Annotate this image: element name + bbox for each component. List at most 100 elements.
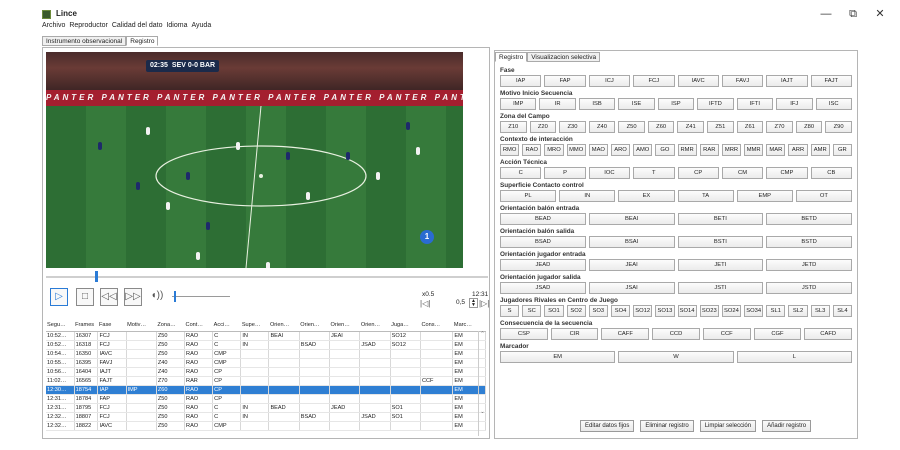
category-button-z90[interactable]: Z90: [825, 121, 852, 133]
category-button-jead[interactable]: JEAD: [500, 259, 586, 271]
category-button-iap[interactable]: IAP: [500, 75, 542, 87]
category-button-so12[interactable]: SO12: [633, 305, 653, 317]
tab-visualizacion-selectiva[interactable]: Visualizacion selectiva: [527, 52, 601, 62]
category-button-z80[interactable]: Z80: [795, 121, 823, 133]
column-header[interactable]: Acci…: [212, 319, 241, 332]
table-row[interactable]: 10:56… 16404 IAJT Z40 RAO CP EM: [46, 367, 486, 377]
progress-handle[interactable]: [95, 271, 98, 282]
category-button-so3[interactable]: SO3: [588, 305, 608, 317]
category-button-fap[interactable]: FAP: [544, 75, 586, 87]
table-row[interactable]: 12:31… 18795 FCJ Z50 RAO C IN BEAD JEAD SO1 EM: [46, 403, 486, 413]
category-button-so24[interactable]: SO24: [721, 305, 742, 317]
category-button-em[interactable]: EM: [500, 351, 616, 363]
column-header[interactable]: Supe…: [240, 319, 269, 332]
category-button-cb[interactable]: CB: [810, 167, 852, 179]
column-header[interactable]: Fase: [97, 319, 127, 332]
category-button-fcj[interactable]: FCJ: [633, 75, 675, 87]
category-button-so34[interactable]: SO34: [744, 305, 764, 317]
volume-button[interactable]: ◖)): [148, 288, 166, 306]
category-button-z50[interactable]: Z50: [618, 121, 645, 133]
category-button-t[interactable]: T: [633, 167, 675, 179]
step-forward-icon[interactable]: |▷|: [479, 299, 489, 308]
category-button-cgf[interactable]: CGF: [753, 328, 802, 340]
tab-registro[interactable]: Registro: [126, 36, 159, 46]
category-button-ccf[interactable]: CCF: [702, 328, 751, 340]
category-button-sl2[interactable]: SL2: [788, 305, 808, 317]
category-button-z41[interactable]: Z41: [677, 121, 705, 133]
column-header[interactable]: Segu…: [46, 319, 75, 332]
category-button-s[interactable]: S: [500, 305, 520, 317]
category-button-z40[interactable]: Z40: [588, 121, 616, 133]
category-button-bsai[interactable]: BSAI: [588, 236, 675, 248]
category-button-ccd[interactable]: CCD: [652, 328, 700, 340]
table-row[interactable]: 10:55… 16395 FAVJ Z40 RAO CMP EM: [46, 358, 486, 368]
tab-instrumento-observacional[interactable]: Instrumento observacional: [42, 36, 127, 46]
category-button-iavc[interactable]: IAVC: [677, 75, 719, 87]
category-button-jeti[interactable]: JETI: [677, 259, 764, 271]
table-row[interactable]: 12:30… 18754 IAP IMP Z60 RAO CP EM: [46, 385, 486, 395]
category-button-cir[interactable]: CIR: [550, 328, 599, 340]
category-button-mar[interactable]: MAR: [766, 144, 786, 156]
category-button-z10[interactable]: Z10: [500, 121, 527, 133]
category-button-z51[interactable]: Z51: [707, 121, 734, 133]
category-button-amo[interactable]: AMO: [633, 144, 653, 156]
table-scrollbar[interactable]: ⌃ ⌄: [478, 331, 486, 436]
category-button-z70[interactable]: Z70: [766, 121, 793, 133]
category-button-w[interactable]: W: [618, 351, 734, 363]
category-button-iftd[interactable]: IFTD: [697, 98, 734, 110]
column-header[interactable]: Cont…: [184, 319, 213, 332]
progress-track[interactable]: [46, 276, 488, 278]
category-button-amr[interactable]: AMR: [810, 144, 830, 156]
eliminar-registro-button[interactable]: Eliminar registro: [640, 420, 694, 432]
category-button-bsad[interactable]: BSAD: [500, 236, 586, 248]
category-button-bstd[interactable]: BSTD: [766, 236, 852, 248]
category-button-so2[interactable]: SO2: [566, 305, 586, 317]
table-row[interactable]: 12:32… 18807 FCJ Z50 RAO C IN BSAD JSAD SO1 EM: [46, 412, 486, 422]
category-button-mrr[interactable]: MRR: [721, 144, 742, 156]
column-header[interactable]: Motiv…: [126, 319, 157, 332]
column-header[interactable]: Orien…: [268, 319, 300, 332]
category-button-c[interactable]: C: [500, 167, 542, 179]
rewind-button[interactable]: ◁◁: [100, 288, 118, 306]
table-row[interactable]: 11:02… 16565 FAJT Z70 RAR CP CCF EM: [46, 376, 486, 386]
category-button-jetd[interactable]: JETD: [766, 259, 852, 271]
table-row[interactable]: 12:32… 18822 IAVC Z50 RAO CMP EM: [46, 421, 486, 431]
menu-idioma[interactable]: Idioma: [166, 22, 187, 32]
column-header[interactable]: Zona…: [156, 319, 185, 332]
category-button-z61[interactable]: Z61: [736, 121, 764, 133]
category-button-sc[interactable]: SC: [522, 305, 542, 317]
category-button-p[interactable]: P: [544, 167, 586, 179]
menu-archivo[interactable]: Archivo: [42, 22, 65, 32]
category-button-mmr[interactable]: MMR: [744, 144, 764, 156]
category-button-aro[interactable]: ARO: [610, 144, 631, 156]
category-button-rao[interactable]: RAO: [522, 144, 542, 156]
tab-registro-right[interactable]: Registro: [495, 52, 528, 62]
video-player[interactable]: PANTER PANTER PANTER PANTER PANTER PANTE…: [46, 52, 463, 268]
category-button-z30[interactable]: Z30: [559, 121, 586, 133]
category-button-icj[interactable]: ICJ: [588, 75, 631, 87]
category-button-isb[interactable]: ISB: [578, 98, 616, 110]
menu-ayuda[interactable]: Ayuda: [191, 22, 211, 32]
category-button-sl4[interactable]: SL4: [832, 305, 852, 317]
rate-value[interactable]: 0,5: [456, 299, 465, 306]
menu-calidad-del-dato[interactable]: Calidad del dato: [112, 22, 163, 32]
category-button-rmr[interactable]: RMR: [677, 144, 697, 156]
category-button-isp[interactable]: ISP: [657, 98, 695, 110]
category-button-ex[interactable]: EX: [618, 190, 675, 202]
close-icon[interactable]: ✕: [873, 8, 887, 20]
category-button-fajt[interactable]: FAJT: [810, 75, 852, 87]
category-button-jsad[interactable]: JSAD: [500, 282, 586, 294]
stop-button[interactable]: □: [76, 288, 94, 306]
category-button-mao[interactable]: MAO: [588, 144, 608, 156]
category-button-favj[interactable]: FAVJ: [721, 75, 764, 87]
step-back-icon[interactable]: |◁|: [420, 299, 430, 308]
category-button-sl3[interactable]: SL3: [810, 305, 830, 317]
category-button-rmo[interactable]: RMO: [500, 144, 520, 156]
category-button-bead[interactable]: BEAD: [500, 213, 586, 225]
category-button-gr[interactable]: GR: [832, 144, 852, 156]
category-button-l[interactable]: L: [736, 351, 852, 363]
category-button-jstd[interactable]: JSTD: [766, 282, 852, 294]
category-button-beai[interactable]: BEAI: [588, 213, 675, 225]
category-button-mmo[interactable]: MMO: [566, 144, 586, 156]
category-button-cmp[interactable]: CMP: [766, 167, 808, 179]
